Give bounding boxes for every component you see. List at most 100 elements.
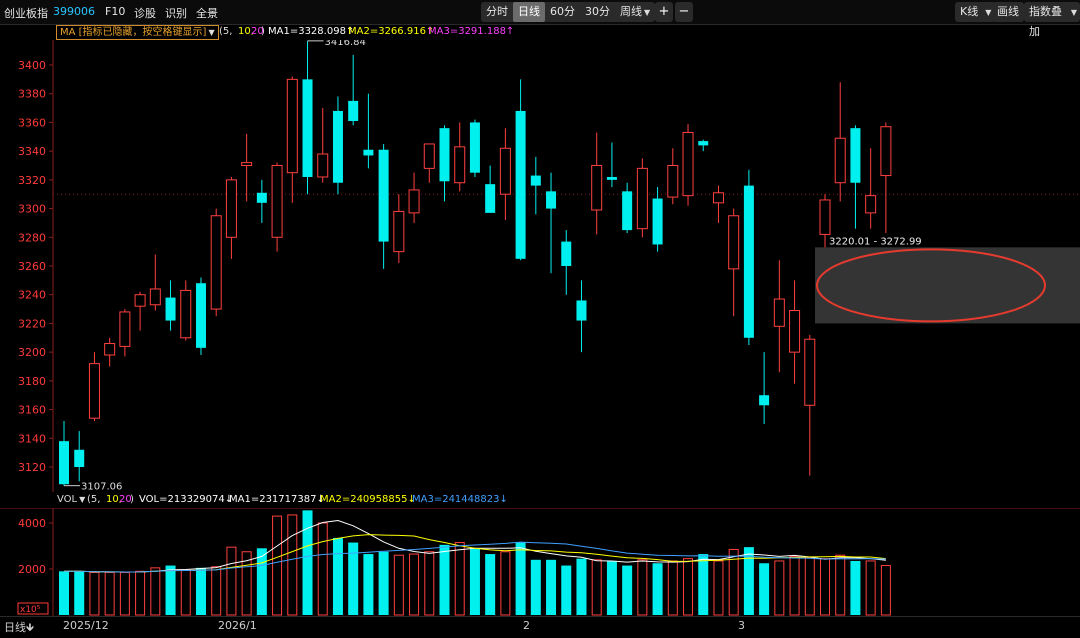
candle-body bbox=[195, 283, 206, 348]
candle-body bbox=[622, 191, 633, 231]
y-tick-label: 3320 bbox=[18, 174, 46, 187]
volume-bar bbox=[530, 559, 541, 615]
volume-bar bbox=[454, 542, 465, 616]
zoom-out-button[interactable]: − bbox=[675, 2, 693, 22]
y-tick-label: 3400 bbox=[18, 59, 46, 72]
candle-body bbox=[530, 175, 541, 186]
volume-bar bbox=[713, 560, 724, 616]
volume-bar bbox=[180, 569, 191, 616]
candle-body bbox=[348, 100, 359, 121]
candle-body bbox=[210, 215, 222, 310]
volume-bar bbox=[393, 554, 404, 616]
volume-bar bbox=[89, 571, 100, 616]
vol-ma3-value: MA3=241448823↓ bbox=[412, 494, 508, 505]
candle-body bbox=[743, 185, 754, 338]
index-name[interactable]: 创业板指 bbox=[4, 5, 48, 21]
volume-bar bbox=[743, 547, 754, 615]
volume-bar bbox=[759, 563, 770, 615]
volume-chart[interactable]: 2000 4000 x10⁵ bbox=[0, 508, 1080, 616]
candle-body bbox=[850, 128, 861, 183]
candle-body bbox=[789, 310, 801, 353]
volume-bar bbox=[561, 565, 572, 615]
volume-bar bbox=[637, 559, 648, 616]
volume-bar bbox=[591, 559, 602, 616]
candle-body bbox=[652, 198, 663, 245]
candle-body bbox=[363, 149, 374, 156]
candle-body bbox=[286, 78, 298, 174]
low-label: 3107.06 bbox=[81, 482, 122, 492]
index-overlay-label: 指数叠加 bbox=[1029, 5, 1062, 38]
vol-value: VOL=213329074↓ bbox=[139, 494, 234, 505]
chevron-down-icon: ▼ bbox=[208, 28, 215, 37]
draw-line-button[interactable]: 画线 bbox=[992, 2, 1024, 22]
volume-bar bbox=[683, 558, 694, 616]
date-axis: 日线🡻 2025/12 2026/1 2 3 bbox=[0, 616, 1080, 635]
volume-bar bbox=[256, 548, 267, 615]
full-view-button[interactable]: 全景 bbox=[196, 5, 218, 21]
candle-body bbox=[667, 165, 679, 198]
candle-body bbox=[606, 176, 617, 180]
y-tick-label: 3340 bbox=[18, 145, 46, 158]
volume-bar bbox=[119, 571, 130, 616]
volume-bar bbox=[820, 558, 830, 616]
date-label: 3 bbox=[738, 619, 745, 632]
index-code[interactable]: 399006 bbox=[53, 5, 95, 18]
recognize-button[interactable]: 识别 bbox=[165, 5, 187, 21]
candle-body bbox=[256, 192, 267, 203]
candlestick-chart[interactable]: 3120 3140 3160 3180 3200 3220 3240 3260 3280 3300… bbox=[0, 40, 1080, 492]
volume-bar bbox=[272, 515, 283, 616]
candle-body bbox=[880, 126, 892, 177]
chart-mode-dropdown[interactable]: K线 ▼ bbox=[955, 2, 996, 22]
volume-bar bbox=[469, 548, 480, 615]
candle-body bbox=[271, 165, 283, 238]
volume-bar bbox=[104, 571, 115, 616]
zoom-in-button[interactable]: + bbox=[655, 2, 673, 22]
period-minute-button[interactable]: 分时 bbox=[481, 2, 513, 22]
period-60min-button[interactable]: 60分 bbox=[545, 2, 580, 22]
vol-indicator-dropdown[interactable]: VOL ▼ bbox=[57, 494, 85, 505]
period-weekly-dropdown[interactable]: 周线 ▼ bbox=[615, 2, 655, 22]
date-label: 2 bbox=[523, 619, 530, 632]
candle-body bbox=[454, 146, 466, 184]
volume-bar bbox=[804, 557, 815, 616]
vol-y-tick-label: 2000 bbox=[18, 563, 46, 576]
volume-bar bbox=[317, 522, 328, 616]
candle-body bbox=[636, 167, 648, 230]
draw-line-label: 画线 bbox=[997, 5, 1019, 18]
chevron-down-icon: ▼ bbox=[1070, 7, 1077, 17]
candle-body bbox=[682, 131, 694, 197]
candle-body bbox=[119, 311, 131, 347]
volume-bar bbox=[409, 553, 420, 616]
index-overlay-dropdown[interactable]: 指数叠加 ▼ bbox=[1024, 2, 1080, 38]
volume-bar bbox=[211, 566, 222, 616]
period-daily-button[interactable]: 日线 bbox=[513, 2, 545, 22]
period-30min-button[interactable]: 30分 bbox=[580, 2, 615, 22]
volume-bar bbox=[485, 554, 496, 615]
candle-body bbox=[225, 179, 237, 238]
candle-body bbox=[546, 191, 557, 209]
volume-bar bbox=[835, 554, 846, 616]
volume-bar bbox=[363, 554, 374, 615]
candle-body bbox=[499, 147, 511, 195]
volume-bar bbox=[576, 558, 587, 615]
candle-body bbox=[378, 149, 389, 242]
period-selector: 分时 日线 60分 30分 周线 ▼ bbox=[481, 2, 656, 22]
f10-button[interactable]: F10 bbox=[105, 5, 125, 18]
ma2-value: MA2=3266.916↑ bbox=[348, 26, 435, 37]
period-toggle[interactable]: 日线🡻 bbox=[4, 619, 34, 638]
candle-body bbox=[576, 300, 587, 321]
volume-bar bbox=[135, 570, 146, 616]
candle-body bbox=[728, 215, 740, 270]
candle-body bbox=[773, 298, 785, 327]
volume-bar bbox=[880, 565, 891, 616]
chevron-down-icon: ▼ bbox=[79, 495, 86, 504]
candle-body bbox=[865, 195, 877, 214]
candle-body bbox=[241, 162, 253, 166]
volume-bar bbox=[378, 551, 389, 615]
diagnose-button[interactable]: 诊股 bbox=[134, 5, 156, 21]
y-tick-label: 3160 bbox=[18, 404, 46, 417]
candle-body bbox=[759, 395, 770, 406]
candle-body bbox=[834, 137, 846, 184]
volume-bar bbox=[774, 560, 785, 616]
ma-indicator-dropdown[interactable]: MA [指标已隐藏，按空格键显示] ▼ bbox=[56, 25, 219, 40]
